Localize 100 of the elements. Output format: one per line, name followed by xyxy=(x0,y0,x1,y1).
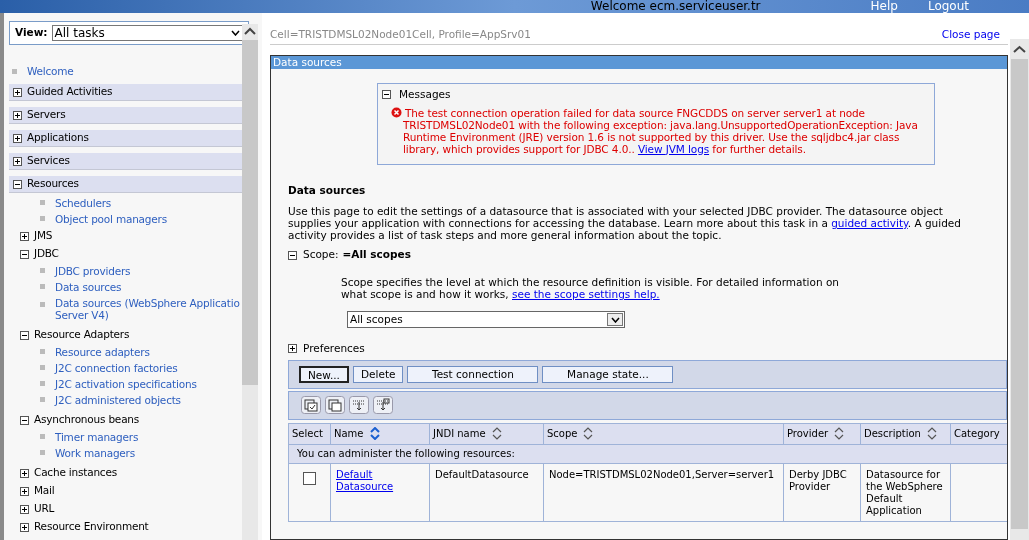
messages-title: Messages xyxy=(399,86,451,102)
sort-icon[interactable] xyxy=(926,427,937,441)
nav-link[interactable]: Welcome xyxy=(27,64,74,79)
nav-link[interactable]: Data sources (WebSphere Applicatio Server V4) xyxy=(55,297,240,321)
expand-icon[interactable] xyxy=(288,344,297,354)
scope-help-text: Scope specifies the level at which the resource definition is visible. For detailed information on what scope is and how it works, see the scope settings help. xyxy=(341,276,840,300)
breadcrumb: Cell=TRISTDMSL02Node01Cell, Profile=AppSrv01 xyxy=(270,27,531,42)
section-heading: Data sources xyxy=(288,182,367,198)
view-select[interactable]: All tasks xyxy=(51,25,243,41)
nav-group-label[interactable]: Mail xyxy=(34,483,55,499)
column-header[interactable]: Select xyxy=(288,423,331,445)
collapse-icon[interactable] xyxy=(288,250,297,260)
column-header[interactable]: Description xyxy=(860,423,951,445)
header-link[interactable]: Help xyxy=(870,0,898,13)
nav-section-label[interactable]: Services xyxy=(27,153,70,169)
sort-icon[interactable] xyxy=(583,427,594,441)
collapse-icon[interactable] xyxy=(20,249,29,259)
nav-link[interactable]: Work managers xyxy=(55,445,135,461)
collapse-icon[interactable] xyxy=(382,90,391,100)
bullet-icon xyxy=(40,200,45,205)
nav-section-label[interactable]: Applications xyxy=(27,130,89,146)
scrollbar[interactable] xyxy=(242,24,258,540)
nav-group-label[interactable]: Resource Adapters xyxy=(34,327,130,343)
nav-link[interactable]: J2C connection factories xyxy=(55,360,178,376)
action-button[interactable]: Test connection xyxy=(407,365,539,383)
chevron-down-icon xyxy=(610,316,620,323)
table-cell: Derby JDBC Provider xyxy=(783,463,861,522)
row-checkbox[interactable] xyxy=(303,471,316,485)
nav-group-label[interactable]: Asynchronous beans xyxy=(34,412,140,428)
preferences-label[interactable]: Preferences xyxy=(303,341,365,357)
bullet-icon xyxy=(40,397,45,402)
table-cell: DefaultDatasource xyxy=(429,463,544,522)
view-label: View: xyxy=(15,25,48,41)
nav-link[interactable]: JDBC providers xyxy=(55,263,131,279)
error-icon xyxy=(391,106,402,118)
nav-link[interactable]: Object pool managers xyxy=(55,211,167,227)
nav-link[interactable]: Schedulers xyxy=(55,195,112,211)
nav-section-label[interactable]: Guided Activities xyxy=(27,84,113,100)
table-cell: Datasource for the WebSphere Default Application xyxy=(860,463,951,522)
collapse-icon[interactable] xyxy=(13,179,22,189)
nav-section-header[interactable]: Applications xyxy=(9,130,242,147)
expand-icon[interactable] xyxy=(13,110,22,120)
column-header[interactable]: JNDI name xyxy=(429,423,544,445)
expand-icon[interactable] xyxy=(20,522,29,532)
header-link[interactable]: Logout xyxy=(927,0,969,13)
bullet-icon xyxy=(40,450,45,455)
nav-group-label[interactable]: JDBC xyxy=(34,246,59,262)
scope-select[interactable]: All scopes xyxy=(347,311,625,328)
nav-link[interactable]: Resource adapters xyxy=(55,344,150,360)
bullet-icon xyxy=(40,381,45,386)
nav-section-header[interactable]: Guided Activities xyxy=(9,84,242,101)
action-button[interactable]: Delete xyxy=(352,365,404,383)
nav-section-header[interactable]: Servers xyxy=(9,107,242,124)
collapse-icon[interactable] xyxy=(20,415,29,425)
guided-activity-link[interactable]: guided activity xyxy=(831,217,908,230)
scope-value: =All scopes xyxy=(342,247,411,263)
view-jvm-logs-link[interactable]: View JVM logs xyxy=(637,142,710,155)
action-button[interactable]: New... xyxy=(299,365,349,383)
expand-icon[interactable] xyxy=(20,468,29,478)
filter-icon[interactable] xyxy=(349,396,369,415)
nav-link[interactable]: Data sources xyxy=(55,279,122,295)
nav-link[interactable]: Timer managers xyxy=(55,429,139,445)
nav-section-header[interactable]: Resources xyxy=(9,176,242,193)
sort-icon[interactable] xyxy=(834,427,845,441)
sort-icon[interactable] xyxy=(491,427,502,441)
scrollbar-thumb[interactable] xyxy=(1011,59,1028,529)
bullet-icon xyxy=(40,365,45,370)
nav-group-label[interactable]: URL xyxy=(34,501,55,517)
expand-icon[interactable] xyxy=(20,504,29,514)
copy-icon[interactable] xyxy=(325,396,345,415)
expand-icon[interactable] xyxy=(13,156,22,166)
nav-section-label[interactable]: Servers xyxy=(27,107,66,123)
select-all-icon[interactable] xyxy=(301,396,321,415)
action-button[interactable]: Manage state... xyxy=(542,365,674,383)
column-header[interactable]: Provider xyxy=(783,423,861,445)
bullet-icon xyxy=(40,216,45,221)
nav-link[interactable]: J2C administered objects xyxy=(55,392,181,408)
nav-section-label[interactable]: Resources xyxy=(27,176,79,192)
column-header[interactable]: Scope xyxy=(543,423,784,445)
nav-group-label[interactable]: JMS xyxy=(34,228,53,244)
welcome-text: Welcome ecm.serviceuser.tr xyxy=(590,0,761,13)
nav-group-label[interactable]: Resource Environment xyxy=(34,519,149,535)
scope-help-link[interactable]: see the scope settings help. xyxy=(512,288,660,300)
nav-section-header[interactable]: Services xyxy=(9,153,242,170)
clear-filter-icon[interactable] xyxy=(373,396,393,415)
sort-icon[interactable] xyxy=(369,427,380,441)
column-header[interactable]: Category xyxy=(950,423,1007,445)
expand-icon[interactable] xyxy=(13,87,22,97)
scrollbar[interactable] xyxy=(1010,39,1029,540)
nav-group-label[interactable]: Cache instances xyxy=(34,465,117,481)
close-page-link[interactable]: Close page xyxy=(941,27,1000,43)
scrollbar-thumb[interactable] xyxy=(242,40,258,385)
nav-link[interactable]: J2C activation specifications xyxy=(55,376,197,392)
expand-icon[interactable] xyxy=(20,486,29,496)
expand-icon[interactable] xyxy=(13,133,22,143)
description-text: Use this page to edit the settings of a datasource that is associated with your selected JDBC provider. The datasource object supplies your application with connections for accessing the database. Learn more about this task in a guided activity. A guided activity provides a list of task steps and more general information about the topic. xyxy=(288,205,962,242)
bullet-icon xyxy=(40,434,45,439)
expand-icon[interactable] xyxy=(20,231,29,241)
collapse-icon[interactable] xyxy=(20,330,29,340)
column-header[interactable]: Name xyxy=(330,423,430,445)
